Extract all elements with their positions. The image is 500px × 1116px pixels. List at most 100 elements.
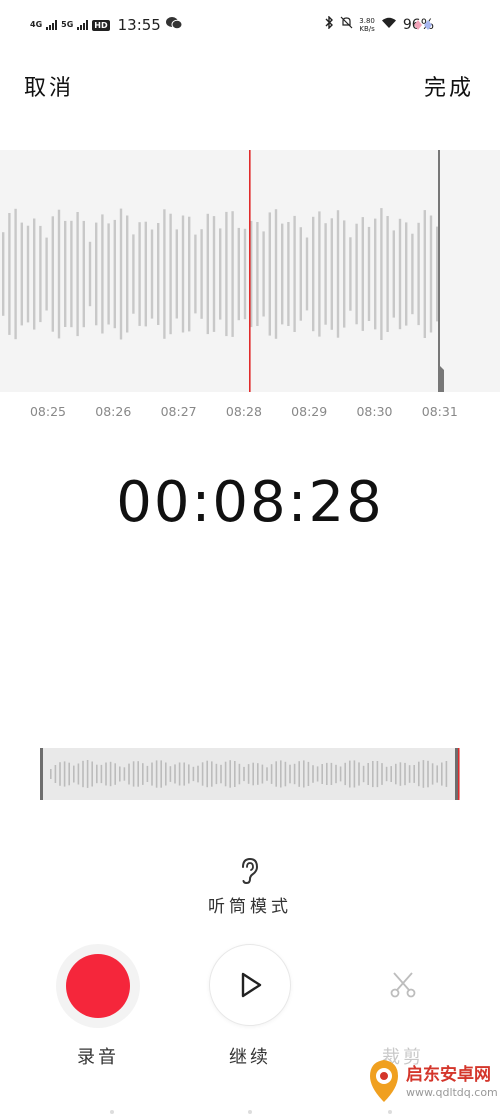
- overview-bar: [335, 764, 337, 784]
- watermark-url: www.qdltdq.com: [406, 1086, 498, 1099]
- bluetooth-icon: [325, 15, 334, 33]
- overview-bar: [431, 763, 434, 785]
- watermark-text: 启东安卓网: [406, 1065, 491, 1085]
- waveform-bar: [231, 211, 234, 337]
- waveform-bar: [367, 226, 371, 321]
- waveform-bar: [299, 227, 302, 321]
- overview-bar: [215, 763, 218, 785]
- overview-bar: [188, 764, 190, 784]
- overview-bar: [289, 764, 291, 784]
- overview-bar: [54, 765, 57, 783]
- waveform-bar: [380, 208, 383, 340]
- nav-dot: [110, 1110, 114, 1114]
- overview-bar: [238, 763, 241, 785]
- overview-bar: [270, 764, 273, 784]
- overview-bar: [367, 763, 369, 785]
- overview-bar: [247, 764, 250, 784]
- overview-bar: [385, 766, 388, 782]
- overview-left-handle[interactable]: [40, 748, 43, 800]
- waveform-bar: [144, 221, 147, 327]
- cancel-button[interactable]: 取消: [24, 70, 74, 102]
- trim-control: 裁剪: [353, 948, 453, 1068]
- watermark: 启东安卓网 www.qdltdq.com: [366, 1056, 498, 1110]
- overview-bar: [399, 762, 402, 786]
- overview-scrubber[interactable]: [40, 748, 460, 800]
- waveform-bar: [57, 209, 61, 339]
- waveform-bar: [8, 213, 11, 335]
- waveform-panel[interactable]: [0, 150, 500, 392]
- overview-bar: [436, 765, 438, 783]
- overview-bar: [344, 762, 346, 786]
- network-5g-label: 5G: [61, 20, 74, 29]
- overview-bar: [50, 769, 52, 779]
- record-control: 录音: [48, 944, 148, 1068]
- continue-label: 继续: [229, 1047, 271, 1068]
- waveform-bar: [411, 233, 414, 315]
- waveform-bar: [51, 216, 54, 332]
- overview-bar: [146, 765, 149, 782]
- waveform-bar: [126, 215, 129, 333]
- record-button[interactable]: [56, 944, 140, 1028]
- overview-bar: [86, 760, 89, 788]
- wechat-icon: [165, 16, 183, 34]
- waveform-bar: [274, 209, 278, 339]
- waveform-bar: [132, 234, 135, 314]
- overview-bar: [114, 763, 116, 785]
- continue-control: 继续: [200, 944, 300, 1068]
- waveform-bar: [107, 223, 110, 325]
- overview-bar: [353, 760, 356, 788]
- overview-bar: [119, 766, 121, 782]
- waveform-bar: [398, 218, 402, 330]
- elapsed-timer: 00:08:28: [116, 470, 384, 535]
- overview-bar: [427, 760, 429, 788]
- overview-bar: [192, 766, 195, 782]
- overview-right-handle[interactable]: [455, 748, 458, 800]
- trim-button[interactable]: [363, 944, 443, 1024]
- overview-bar: [142, 763, 144, 785]
- overview-bar: [224, 761, 227, 787]
- overview-bar: [128, 763, 130, 785]
- overview-bar: [234, 761, 236, 787]
- waveform-bar: [157, 223, 160, 325]
- earpiece-mode-button[interactable]: 听筒模式: [0, 856, 500, 917]
- waveform-bar: [212, 216, 216, 332]
- overview-bar: [220, 764, 222, 784]
- overview-playhead: [458, 748, 460, 800]
- overview-bar: [280, 760, 282, 788]
- overview-bar: [178, 762, 181, 786]
- overview-bar: [169, 766, 172, 782]
- waveform-bar: [20, 222, 23, 326]
- hd-voice-badge: HD: [92, 19, 110, 31]
- overview-bar: [372, 761, 374, 788]
- overview-bar: [395, 763, 397, 785]
- overview-bar: [160, 760, 162, 788]
- waveform-bar: [33, 218, 36, 330]
- time-tick: 08:26: [95, 404, 132, 419]
- done-button[interactable]: 完成: [424, 70, 474, 102]
- status-bar: 4G 5G HD 13:55 3.80 KB/s 96%: [0, 0, 500, 52]
- earpiece-mode-label: 听筒模式: [208, 897, 292, 917]
- decoration-icon: [414, 20, 432, 30]
- waveform-bar: [256, 222, 259, 326]
- overview-bar: [132, 761, 135, 787]
- record-label: 录音: [77, 1047, 119, 1068]
- waveform-bar: [243, 228, 247, 320]
- continue-button[interactable]: [209, 944, 291, 1026]
- overview-bar: [330, 762, 333, 785]
- ear-icon: [242, 857, 259, 885]
- waveform-bar: [330, 218, 333, 330]
- overview-bar: [257, 763, 259, 785]
- wifi-icon: [381, 17, 397, 33]
- overview-bar: [211, 761, 213, 787]
- waveform-bar: [181, 215, 185, 333]
- overview-bar: [275, 761, 277, 787]
- waveform-bar: [336, 210, 340, 338]
- time-tick: 08:27: [160, 404, 197, 419]
- overview-bar: [307, 761, 310, 786]
- waveform-bar: [312, 216, 315, 332]
- waveform-bar: [206, 213, 209, 335]
- overview-bar: [298, 761, 300, 787]
- waveform-bar: [405, 222, 408, 326]
- overview-bar: [362, 765, 365, 783]
- playhead[interactable]: [249, 150, 251, 392]
